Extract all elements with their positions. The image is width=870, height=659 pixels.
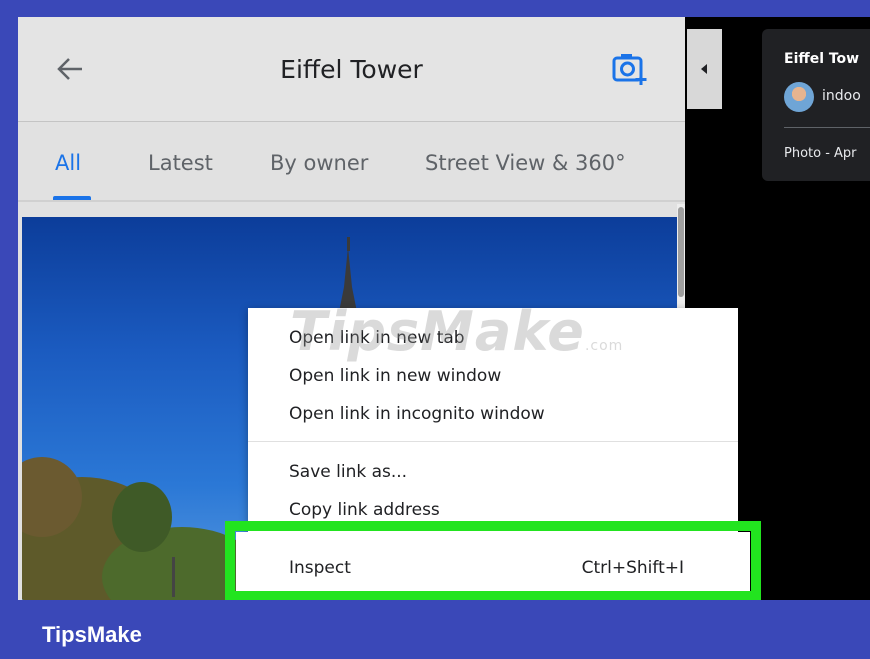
menu-item-open-new-window[interactable]: Open link in new window [289,366,501,386]
frame-top [0,0,870,10]
add-photo-icon[interactable] [611,51,649,87]
triangle-left-icon [701,64,707,74]
header-divider [18,121,685,122]
panel-header: Eiffel Tower [18,17,685,121]
menu-item-save-link[interactable]: Save link as... [289,462,407,482]
tab-latest[interactable]: Latest [148,151,213,175]
scrollbar-thumb[interactable] [678,207,684,297]
menu-divider [248,441,738,442]
card-username[interactable]: indoo [822,88,861,104]
tabs-divider [18,200,685,202]
avatar[interactable] [784,82,814,112]
card-divider [784,127,870,128]
watermark: TipsMake.com [290,300,624,363]
tab-street-view[interactable]: Street View & 360° [425,151,626,175]
card-date: Photo - Apr [784,146,857,161]
photo-info-card: Eiffel Tow indoo Photo - Apr [762,29,870,181]
card-title[interactable]: Eiffel Tow [784,51,859,67]
collapse-panel-button[interactable] [687,29,722,109]
page-title: Eiffel Tower [280,55,423,84]
tab-by-owner[interactable]: By owner [270,151,368,175]
highlight-box [225,521,761,601]
tab-all[interactable]: All [55,151,81,175]
menu-item-copy-link[interactable]: Copy link address [289,500,440,520]
menu-item-open-incognito[interactable]: Open link in incognito window [289,404,545,424]
brand-logo: TipsMake [42,622,142,647]
